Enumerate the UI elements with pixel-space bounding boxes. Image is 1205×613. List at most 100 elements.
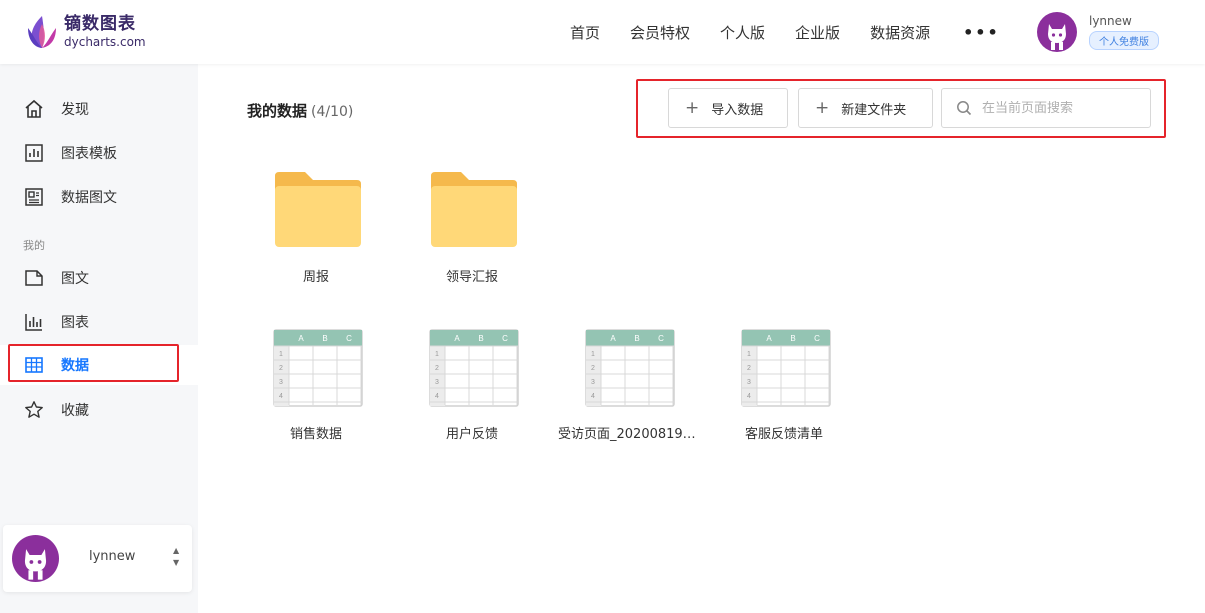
username: lynnew [1089, 14, 1132, 28]
spreadsheet-icon: A B C 1 2 3 4 [741, 329, 831, 407]
data-file-item[interactable]: A B C 1 2 3 4 受访页面_20200819-... [558, 329, 698, 464]
data-file-item[interactable]: A B C 1 2 3 4 用户反馈 [402, 329, 542, 464]
plan-badge[interactable]: 个人免费版 [1089, 31, 1159, 50]
caret-updown-icon[interactable]: ▲ ▼ [173, 545, 179, 569]
chart-template-icon [24, 143, 44, 163]
sidebar-item-label: 图文 [61, 271, 89, 287]
user-account-switcher[interactable]: lynnew ▲ ▼ [3, 525, 192, 592]
sidebar-item-label: 数据图文 [61, 190, 117, 206]
logo-domain: dycharts.com [64, 35, 146, 49]
svg-text:A: A [298, 334, 304, 343]
sidebar-item-label: 图表 [61, 315, 89, 331]
search-input[interactable] [982, 100, 1142, 116]
sidebar-item-articles[interactable]: 图文 [0, 258, 198, 298]
nav-home[interactable]: 首页 [555, 22, 615, 43]
new-folder-label: 新建文件夹 [841, 102, 907, 118]
sidebar-item-label: 收藏 [61, 403, 89, 419]
svg-text:1: 1 [747, 351, 751, 358]
main-content: 我的数据(4/10) + 导入数据 + 新建文件夹 周报 领导汇报 A B C 1 2 3… [198, 64, 1205, 613]
folder-item[interactable]: 周报 [246, 172, 386, 307]
sidebar-item-data-articles[interactable]: 数据图文 [0, 177, 198, 217]
svg-text:C: C [502, 334, 508, 343]
search-icon [957, 101, 972, 116]
nav-personal[interactable]: 个人版 [705, 22, 780, 43]
folder-item[interactable]: 领导汇报 [402, 172, 542, 307]
svg-text:B: B [322, 334, 327, 343]
file-name: 受访页面_20200819-... [558, 427, 698, 442]
svg-text:A: A [610, 334, 616, 343]
folder-name: 领导汇报 [445, 270, 498, 285]
svg-text:B: B [790, 334, 795, 343]
svg-text:B: B [634, 334, 639, 343]
plus-icon: + [815, 97, 830, 118]
svg-text:1: 1 [591, 351, 595, 358]
section-label-mine: 我的 [23, 239, 45, 252]
svg-text:4: 4 [435, 393, 439, 400]
data-file-item[interactable]: A B C 1 2 3 4 销售数据 [246, 329, 386, 464]
sidebar-item-chart-templates[interactable]: 图表模板 [0, 133, 198, 173]
github-cat-icon [24, 549, 47, 580]
svg-text:3: 3 [435, 379, 439, 386]
svg-text:C: C [346, 334, 352, 343]
logo-name: 镝数图表 [64, 14, 136, 34]
sidebar-item-label: 数据 [61, 358, 89, 374]
svg-text:A: A [454, 334, 460, 343]
spreadsheet-icon: A B C 1 2 3 4 [585, 329, 675, 407]
avatar [12, 535, 59, 582]
svg-text:4: 4 [591, 393, 595, 400]
spreadsheet-icon: A B C 1 2 3 4 [429, 329, 519, 407]
svg-text:C: C [814, 334, 820, 343]
svg-text:1: 1 [435, 351, 439, 358]
data-file-item[interactable]: A B C 1 2 3 4 客服反馈清单 [714, 329, 854, 464]
svg-text:2: 2 [747, 365, 751, 372]
search-box[interactable] [941, 88, 1151, 128]
spreadsheet-icon: A B C 1 2 3 4 [273, 329, 363, 407]
import-data-label: 导入数据 [711, 102, 764, 118]
nav-data-resources[interactable]: 数据资源 [855, 22, 945, 43]
page-title: 我的数据 (4/10) [247, 102, 354, 120]
github-cat-icon [1048, 24, 1066, 50]
import-data-button[interactable]: + 导入数据 [668, 88, 788, 128]
sidebar: 发现 图表模板 数据图文 我的 图文 图表 数据 收藏 lynnew ▲ ▼ [0, 64, 198, 613]
svg-text:4: 4 [747, 393, 751, 400]
more-icon[interactable]: ••• [945, 23, 1018, 42]
user-menu[interactable]: lynnew 个人免费版 [1037, 12, 1159, 52]
svg-text:3: 3 [279, 379, 283, 386]
username: lynnew [89, 549, 136, 564]
file-name: 用户反馈 [445, 427, 498, 442]
folder-name: 周报 [302, 270, 329, 285]
data-article-icon [24, 187, 44, 207]
file-name: 销售数据 [289, 427, 342, 442]
top-header: 镝数图表 dycharts.com 首页 会员特权 个人版 企业版 数据资源 •… [0, 0, 1205, 64]
logo-icon [28, 16, 56, 48]
svg-text:1: 1 [279, 351, 283, 358]
sidebar-item-data[interactable]: 数据 [0, 345, 198, 385]
svg-text:3: 3 [591, 379, 595, 386]
star-icon [24, 400, 44, 420]
sidebar-item-favorites[interactable]: 收藏 [0, 390, 198, 430]
plus-icon: + [685, 97, 700, 118]
svg-text:2: 2 [591, 365, 595, 372]
svg-text:A: A [766, 334, 772, 343]
logo[interactable]: 镝数图表 dycharts.com [24, 12, 146, 52]
sidebar-item-charts[interactable]: 图表 [0, 302, 198, 342]
svg-text:3: 3 [747, 379, 751, 386]
table-icon [24, 355, 44, 375]
article-icon [24, 268, 44, 288]
home-icon [24, 99, 44, 119]
sidebar-item-discover[interactable]: 发现 [0, 89, 198, 129]
new-folder-button[interactable]: + 新建文件夹 [798, 88, 933, 128]
sidebar-item-label: 发现 [61, 102, 89, 118]
top-nav: 首页 会员特权 个人版 企业版 数据资源 ••• [555, 0, 1018, 64]
data-count: (4/10) [311, 104, 354, 120]
folder-icon [275, 172, 361, 247]
svg-text:2: 2 [435, 365, 439, 372]
svg-text:B: B [478, 334, 483, 343]
avatar[interactable] [1037, 12, 1077, 52]
svg-text:4: 4 [279, 393, 283, 400]
sidebar-item-label: 图表模板 [61, 146, 117, 162]
folder-icon [431, 172, 517, 247]
nav-enterprise[interactable]: 企业版 [780, 22, 855, 43]
nav-membership[interactable]: 会员特权 [615, 22, 705, 43]
file-name: 客服反馈清单 [744, 427, 823, 442]
